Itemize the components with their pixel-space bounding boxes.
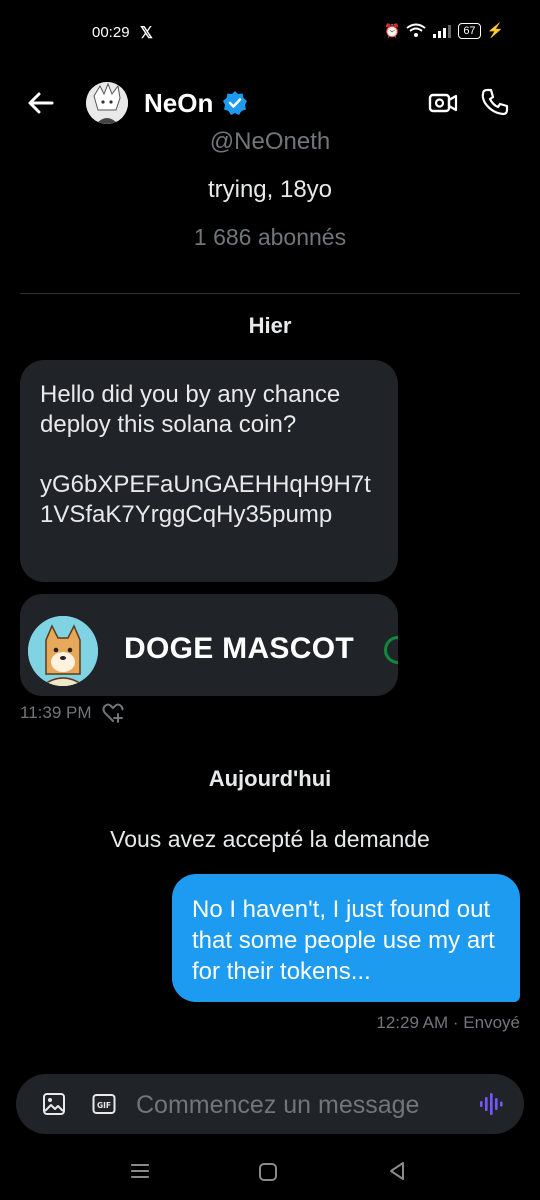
- request-accepted-notice: Vous avez accepté la demande: [110, 826, 430, 852]
- svg-text:GIF: GIF: [97, 1101, 111, 1110]
- divider: [20, 293, 520, 294]
- charging-icon: ⚡: [486, 22, 504, 38]
- message-input[interactable]: [134, 1084, 458, 1126]
- outgoing-message-meta: 12:29 AM · Envoyé: [376, 1013, 520, 1032]
- recent-apps-icon[interactable]: [128, 1160, 152, 1182]
- status-icons: ⏰ 67 ⚡: [384, 22, 504, 39]
- wifi-icon: [406, 23, 426, 37]
- signal-icon: [433, 24, 452, 38]
- avatar[interactable]: [86, 82, 128, 124]
- profile-handle: @NeOneth: [209, 128, 331, 154]
- status-ring-icon: [384, 636, 398, 664]
- back-arrow-icon[interactable]: [26, 88, 56, 118]
- doge-mascot-image: [28, 616, 98, 686]
- add-reaction-icon[interactable]: [102, 703, 124, 723]
- system-back-icon[interactable]: [386, 1160, 408, 1182]
- day-separator-today: Aujourd'hui: [208, 766, 332, 791]
- voice-message-icon[interactable]: [478, 1091, 504, 1117]
- link-preview-card[interactable]: DOGE MASCOT: [20, 594, 398, 696]
- home-icon[interactable]: [258, 1162, 278, 1182]
- conversation-header: NeOn: [0, 72, 540, 134]
- outgoing-message-bubble[interactable]: No I haven't, I just found out that some…: [172, 874, 520, 1002]
- day-separator-yesterday: Hier: [248, 313, 292, 338]
- outgoing-message-text: No I haven't, I just found out that some…: [192, 896, 495, 985]
- video-call-icon[interactable]: [428, 89, 458, 117]
- followers-count: 1 686 abonnés: [193, 224, 347, 250]
- image-icon[interactable]: [42, 1092, 66, 1116]
- alarm-icon: ⏰: [384, 22, 401, 38]
- incoming-message-text: Hello did you by any chance deploy this …: [40, 381, 341, 438]
- x-logo-icon: 𝕏: [140, 25, 153, 42]
- incoming-message-meta: 11:39 PM: [20, 703, 124, 723]
- verified-badge-icon: [223, 91, 247, 115]
- incoming-message-address: yG6bXPEFaUnGAEHHqH9H7t1VSfaK7YrggCqHy35p…: [40, 471, 371, 528]
- battery-level: 67: [458, 22, 481, 39]
- status-time: 00:29: [92, 24, 130, 41]
- incoming-message-time: 11:39 PM: [20, 703, 92, 722]
- message-composer: GIF: [16, 1074, 524, 1134]
- contact-name[interactable]: NeOn: [144, 88, 213, 119]
- gif-icon[interactable]: GIF: [92, 1092, 116, 1116]
- profile-bio: trying, 18yo: [207, 176, 333, 203]
- status-bar: 00:29 𝕏 ⏰ 67 ⚡: [0, 0, 540, 70]
- phone-call-icon[interactable]: [480, 87, 510, 117]
- link-card-title: DOGE MASCOT: [124, 632, 354, 665]
- incoming-message-bubble[interactable]: Hello did you by any chance deploy this …: [20, 360, 398, 582]
- system-navigation-bar: [0, 1146, 540, 1200]
